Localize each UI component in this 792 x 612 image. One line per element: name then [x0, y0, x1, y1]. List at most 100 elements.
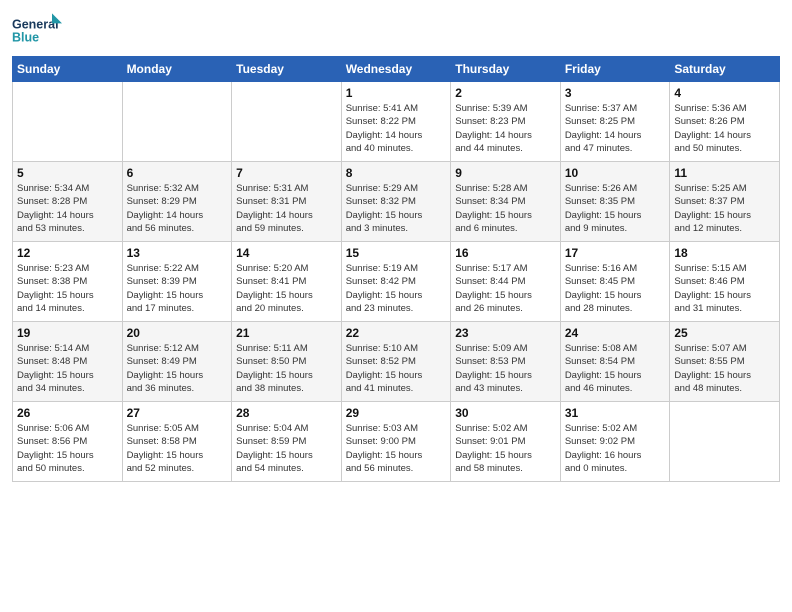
day-number: 23	[455, 326, 556, 340]
col-header-tuesday: Tuesday	[232, 57, 342, 82]
day-cell: 8 Sunrise: 5:29 AM Sunset: 8:32 PM Daylig…	[341, 162, 451, 242]
week-row-2: 5Sunrise: 5:34 AM Sunset: 8:28 PM Daylig…	[13, 162, 780, 242]
svg-text:Blue: Blue	[12, 31, 39, 45]
day-number: 8	[346, 166, 447, 180]
day-cell	[122, 82, 232, 162]
day-cell	[13, 82, 123, 162]
day-number: 25	[674, 326, 775, 340]
week-row-1: 1Sunrise: 5:41 AM Sunset: 8:22 PM Daylig…	[13, 82, 780, 162]
day-cell	[232, 82, 342, 162]
day-number: 18	[674, 246, 775, 260]
day-info: Sunrise: 5:04 AM Sunset: 8:59 PM Dayligh…	[236, 422, 337, 475]
day-cell: 28Sunrise: 5:04 AM Sunset: 8:59 PM Dayli…	[232, 402, 342, 482]
day-info: Sunrise: 5:29 AM Sunset: 8:32 PM Dayligh…	[346, 182, 447, 235]
day-number: 17	[565, 246, 666, 260]
day-number: 10	[565, 166, 666, 180]
day-cell: 13Sunrise: 5:22 AM Sunset: 8:39 PM Dayli…	[122, 242, 232, 322]
day-info: Sunrise: 5:31 AM Sunset: 8:31 PM Dayligh…	[236, 182, 337, 235]
calendar-table: SundayMondayTuesdayWednesdayThursdayFrid…	[12, 56, 780, 482]
day-info: Sunrise: 5:03 AM Sunset: 9:00 PM Dayligh…	[346, 422, 447, 475]
day-number: 21	[236, 326, 337, 340]
day-info: Sunrise: 5:12 AM Sunset: 8:49 PM Dayligh…	[127, 342, 228, 395]
header-row: SundayMondayTuesdayWednesdayThursdayFrid…	[13, 57, 780, 82]
day-number: 12	[17, 246, 118, 260]
day-number: 31	[565, 406, 666, 420]
day-cell: 2 Sunrise: 5:39 AM Sunset: 8:23 PM Daylig…	[451, 82, 561, 162]
day-cell: 17 Sunrise: 5:16 AM Sunset: 8:45 PM Dayli…	[560, 242, 670, 322]
day-cell: 27Sunrise: 5:05 AM Sunset: 8:58 PM Dayli…	[122, 402, 232, 482]
day-info: Sunrise: 5:14 AM Sunset: 8:48 PM Dayligh…	[17, 342, 118, 395]
day-number: 19	[17, 326, 118, 340]
day-info: Sunrise: 5:07 AM Sunset: 8:55 PM Dayligh…	[674, 342, 775, 395]
day-info: Sunrise: 5:32 AM Sunset: 8:29 PM Dayligh…	[127, 182, 228, 235]
day-cell: 6Sunrise: 5:32 AM Sunset: 8:29 PM Daylig…	[122, 162, 232, 242]
day-cell: 4Sunrise: 5:36 AM Sunset: 8:26 PM Daylig…	[670, 82, 780, 162]
day-info: Sunrise: 5:16 AM Sunset: 8:45 PM Dayligh…	[565, 262, 666, 315]
day-number: 11	[674, 166, 775, 180]
day-info: Sunrise: 5:08 AM Sunset: 8:54 PM Dayligh…	[565, 342, 666, 395]
col-header-wednesday: Wednesday	[341, 57, 451, 82]
day-info: Sunrise: 5:19 AM Sunset: 8:42 PM Dayligh…	[346, 262, 447, 315]
day-info: Sunrise: 5:11 AM Sunset: 8:50 PM Dayligh…	[236, 342, 337, 395]
day-cell: 14Sunrise: 5:20 AM Sunset: 8:41 PM Dayli…	[232, 242, 342, 322]
day-cell: 21 Sunrise: 5:11 AM Sunset: 8:50 PM Dayli…	[232, 322, 342, 402]
day-info: Sunrise: 5:39 AM Sunset: 8:23 PM Dayligh…	[455, 102, 556, 155]
day-info: Sunrise: 5:02 AM Sunset: 9:02 PM Dayligh…	[565, 422, 666, 475]
day-info: Sunrise: 5:20 AM Sunset: 8:41 PM Dayligh…	[236, 262, 337, 315]
day-number: 1	[346, 86, 447, 100]
day-info: Sunrise: 5:10 AM Sunset: 8:52 PM Dayligh…	[346, 342, 447, 395]
day-number: 16	[455, 246, 556, 260]
day-number: 20	[127, 326, 228, 340]
day-info: Sunrise: 5:17 AM Sunset: 8:44 PM Dayligh…	[455, 262, 556, 315]
day-cell: 1Sunrise: 5:41 AM Sunset: 8:22 PM Daylig…	[341, 82, 451, 162]
col-header-sunday: Sunday	[13, 57, 123, 82]
day-info: Sunrise: 5:37 AM Sunset: 8:25 PM Dayligh…	[565, 102, 666, 155]
day-number: 3	[565, 86, 666, 100]
day-cell: 9 Sunrise: 5:28 AM Sunset: 8:34 PM Daylig…	[451, 162, 561, 242]
week-row-3: 12 Sunrise: 5:23 AM Sunset: 8:38 PM Dayli…	[13, 242, 780, 322]
day-number: 9	[455, 166, 556, 180]
day-number: 4	[674, 86, 775, 100]
logo: General Blue	[12, 10, 62, 50]
day-number: 26	[17, 406, 118, 420]
day-cell: 16 Sunrise: 5:17 AM Sunset: 8:44 PM Dayli…	[451, 242, 561, 322]
day-info: Sunrise: 5:26 AM Sunset: 8:35 PM Dayligh…	[565, 182, 666, 235]
page-container: General Blue SundayMondayTuesdayWednesda…	[0, 0, 792, 492]
day-cell: 11 Sunrise: 5:25 AM Sunset: 8:37 PM Dayli…	[670, 162, 780, 242]
day-info: Sunrise: 5:09 AM Sunset: 8:53 PM Dayligh…	[455, 342, 556, 395]
day-number: 22	[346, 326, 447, 340]
day-cell: 12 Sunrise: 5:23 AM Sunset: 8:38 PM Dayli…	[13, 242, 123, 322]
day-cell: 20 Sunrise: 5:12 AM Sunset: 8:49 PM Dayli…	[122, 322, 232, 402]
day-info: Sunrise: 5:22 AM Sunset: 8:39 PM Dayligh…	[127, 262, 228, 315]
logo-svg: General Blue	[12, 10, 62, 50]
day-info: Sunrise: 5:28 AM Sunset: 8:34 PM Dayligh…	[455, 182, 556, 235]
day-number: 24	[565, 326, 666, 340]
day-cell: 25 Sunrise: 5:07 AM Sunset: 8:55 PM Dayli…	[670, 322, 780, 402]
svg-text:General: General	[12, 17, 59, 31]
day-number: 5	[17, 166, 118, 180]
col-header-friday: Friday	[560, 57, 670, 82]
day-info: Sunrise: 5:25 AM Sunset: 8:37 PM Dayligh…	[674, 182, 775, 235]
day-cell: 18Sunrise: 5:15 AM Sunset: 8:46 PM Dayli…	[670, 242, 780, 322]
day-cell	[670, 402, 780, 482]
day-number: 15	[346, 246, 447, 260]
day-cell: 3 Sunrise: 5:37 AM Sunset: 8:25 PM Daylig…	[560, 82, 670, 162]
day-info: Sunrise: 5:02 AM Sunset: 9:01 PM Dayligh…	[455, 422, 556, 475]
day-cell: 22 Sunrise: 5:10 AM Sunset: 8:52 PM Dayli…	[341, 322, 451, 402]
header: General Blue	[12, 10, 780, 50]
col-header-monday: Monday	[122, 57, 232, 82]
day-cell: 29Sunrise: 5:03 AM Sunset: 9:00 PM Dayli…	[341, 402, 451, 482]
col-header-saturday: Saturday	[670, 57, 780, 82]
day-number: 2	[455, 86, 556, 100]
day-info: Sunrise: 5:06 AM Sunset: 8:56 PM Dayligh…	[17, 422, 118, 475]
week-row-4: 19 Sunrise: 5:14 AM Sunset: 8:48 PM Dayli…	[13, 322, 780, 402]
col-header-thursday: Thursday	[451, 57, 561, 82]
day-number: 27	[127, 406, 228, 420]
day-cell: 26 Sunrise: 5:06 AM Sunset: 8:56 PM Dayli…	[13, 402, 123, 482]
day-cell: 15 Sunrise: 5:19 AM Sunset: 8:42 PM Dayli…	[341, 242, 451, 322]
day-cell: 30Sunrise: 5:02 AM Sunset: 9:01 PM Dayli…	[451, 402, 561, 482]
day-cell: 24 Sunrise: 5:08 AM Sunset: 8:54 PM Dayli…	[560, 322, 670, 402]
day-cell: 19 Sunrise: 5:14 AM Sunset: 8:48 PM Dayli…	[13, 322, 123, 402]
day-cell: 5Sunrise: 5:34 AM Sunset: 8:28 PM Daylig…	[13, 162, 123, 242]
day-info: Sunrise: 5:23 AM Sunset: 8:38 PM Dayligh…	[17, 262, 118, 315]
